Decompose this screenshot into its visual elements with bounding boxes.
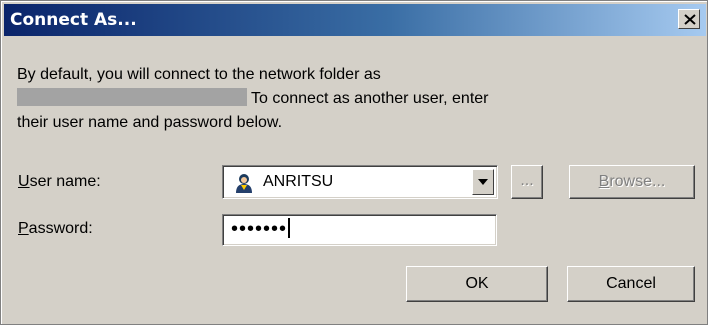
chevron-down-icon — [478, 179, 488, 185]
close-icon — [684, 14, 696, 25]
connect-message: By default, you will connect to the netw… — [17, 63, 617, 135]
username-dropdown-button[interactable] — [472, 169, 494, 195]
message-line-3: their user name and password below. — [17, 114, 283, 131]
text-cursor — [288, 218, 291, 238]
close-button[interactable] — [678, 9, 700, 29]
cancel-button[interactable]: Cancel — [567, 266, 695, 302]
title-bar[interactable]: Connect As... — [4, 4, 706, 36]
connect-as-dialog: Connect As... By default, you will conne… — [0, 0, 708, 325]
user-icon — [233, 172, 255, 194]
username-value: ANRITSU — [263, 173, 334, 190]
password-label-text: assword: — [28, 220, 93, 237]
username-label-text: ser name: — [29, 173, 101, 190]
message-line-2: To connect as another user, enter — [17, 87, 617, 111]
message-line-1: By default, you will connect to the netw… — [17, 66, 381, 83]
window-title: Connect As... — [10, 10, 137, 30]
password-label: Password: — [18, 220, 93, 238]
password-field[interactable]: ••••••• — [222, 214, 497, 246]
redacted-network-path — [17, 88, 247, 106]
message-line-2-text: To connect as another user, enter — [251, 90, 489, 107]
password-mask: ••••••• — [231, 218, 288, 240]
username-combobox[interactable]: ANRITSU — [222, 165, 498, 199]
browse-button[interactable]: Browse... — [569, 165, 695, 199]
ok-button[interactable]: OK — [406, 266, 548, 302]
password-label-accel: P — [18, 220, 29, 237]
ellipsis-button[interactable]: ... — [511, 165, 543, 199]
password-value: ••••••• — [231, 218, 291, 241]
browse-label: rowse... — [609, 173, 666, 190]
browse-accel: B — [598, 173, 610, 190]
username-label-accel: U — [18, 173, 30, 190]
username-label: User name: — [18, 173, 101, 191]
